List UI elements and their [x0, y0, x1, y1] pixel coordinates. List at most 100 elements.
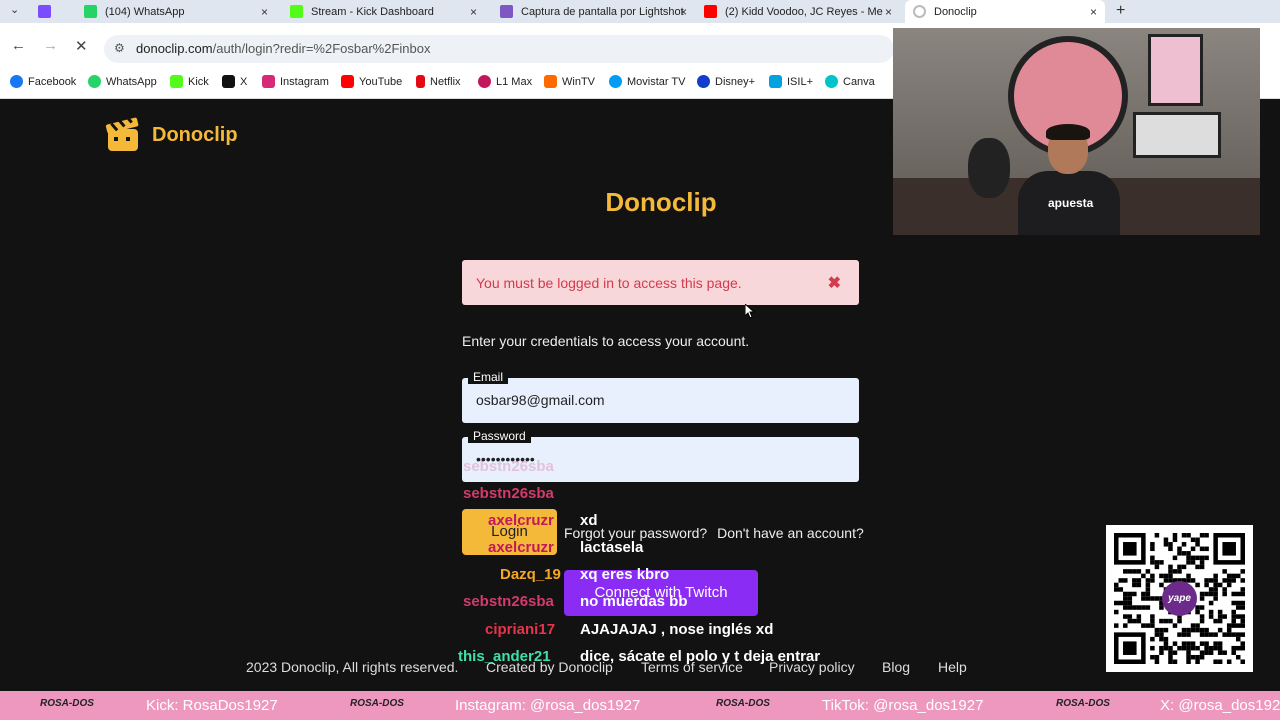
qr-module: [1150, 636, 1155, 642]
tab-donoclip[interactable]: Donoclip ×: [905, 0, 1105, 23]
email-field[interactable]: osbar98@gmail.com: [462, 378, 859, 423]
qr-module: [1199, 632, 1205, 637]
bookmark-instagram[interactable]: Instagram: [262, 75, 329, 88]
qr-module: [1168, 645, 1173, 651]
qr-module: [1195, 542, 1200, 547]
qr-module: [1199, 564, 1205, 570]
qr-module: [1159, 632, 1164, 637]
qr-module: [1177, 546, 1182, 552]
bookmark-kick[interactable]: Kick: [170, 75, 209, 88]
qr-module: [1118, 600, 1124, 606]
kick-icon: [290, 5, 303, 18]
qr-module: [1226, 659, 1232, 664]
qr-module: [1132, 618, 1137, 624]
bookmark-x[interactable]: X: [222, 75, 247, 88]
qr-module: [1213, 596, 1218, 601]
qr-finder: [1123, 641, 1137, 655]
back-arrow-icon[interactable]: ←: [11, 37, 26, 54]
site-info-icon[interactable]: ⚙: [114, 41, 125, 55]
alert-message: You must be logged in to access this pag…: [476, 275, 742, 291]
qr-module: [1114, 609, 1119, 615]
bookmark-l1max[interactable]: L1 Max: [478, 75, 532, 88]
qr-module: [1199, 596, 1205, 601]
forgot-password-link[interactable]: Forgot your password?: [564, 525, 707, 541]
mouse-cursor-icon: [745, 304, 755, 319]
bookmark-label: Movistar TV: [627, 75, 686, 88]
qr-module: [1226, 578, 1232, 583]
qr-module: [1150, 654, 1155, 660]
connect-twitch-button[interactable]: Connect with Twitch: [564, 570, 758, 616]
qr-module: [1195, 645, 1200, 651]
qr-module: [1168, 654, 1173, 660]
close-icon[interactable]: ×: [1090, 5, 1097, 19]
password-field[interactable]: ••••••••••••: [462, 437, 859, 482]
bookmark-wintv[interactable]: WinTV: [544, 75, 595, 88]
qr-module: [1190, 623, 1196, 628]
qr-finder: [1123, 542, 1137, 556]
footer-terms-link[interactable]: Terms of service: [641, 659, 743, 675]
bookmark-whatsapp[interactable]: WhatsApp: [88, 75, 157, 88]
qr-module: [1231, 614, 1236, 619]
login-button[interactable]: Login: [462, 509, 557, 555]
qr-module: [1127, 596, 1133, 601]
close-icon[interactable]: ✖: [828, 273, 841, 293]
footer-created-by[interactable]: Created by Donoclip: [486, 659, 613, 675]
close-icon[interactable]: ×: [885, 5, 892, 19]
bookmark-youtube[interactable]: YouTube: [341, 75, 402, 88]
qr-module: [1235, 636, 1241, 642]
qr-module: [1217, 609, 1223, 615]
qr-module: [1240, 587, 1245, 592]
qr-module: [1127, 614, 1133, 619]
qr-module: [1136, 618, 1142, 624]
instagram-icon: [262, 75, 275, 88]
footer-privacy-link[interactable]: Privacy policy: [769, 659, 855, 675]
bookmark-facebook[interactable]: Facebook: [10, 75, 76, 88]
qr-module: [1163, 618, 1169, 624]
new-tab-button[interactable]: +: [1116, 2, 1125, 20]
brand-logo[interactable]: Donoclip: [104, 114, 238, 155]
qr-module: [1240, 578, 1245, 583]
tab-lightshot[interactable]: Captura de pantalla por Lightshot ×: [492, 0, 695, 23]
tab-title: Stream - Kick Dashboard: [311, 5, 434, 18]
bookmark-disney[interactable]: Disney+: [697, 75, 755, 88]
address-bar[interactable]: ⚙ donoclip.com/auth/login?redir=%2Fosbar…: [104, 35, 894, 63]
qr-module: [1163, 573, 1169, 579]
qr-module: [1195, 582, 1200, 588]
bookmark-isil[interactable]: ISIL+: [769, 75, 813, 88]
tab-whatsapp[interactable]: (104) WhatsApp ×: [76, 0, 276, 23]
close-icon[interactable]: ×: [470, 5, 477, 19]
close-icon[interactable]: ×: [261, 5, 268, 19]
tab-kick-dashboard[interactable]: Stream - Kick Dashboard ×: [282, 0, 485, 23]
qr-module: [1208, 609, 1214, 615]
tab-search-chevron-icon[interactable]: ⌄: [10, 3, 19, 16]
qr-module: [1186, 659, 1191, 664]
forward-arrow-icon[interactable]: →: [43, 37, 58, 54]
qr-module: [1235, 591, 1241, 597]
qr-module: [1163, 636, 1169, 642]
stop-loading-icon[interactable]: ✕: [75, 37, 88, 55]
qr-module: [1199, 560, 1205, 565]
bookmark-netflix[interactable]: Netflix: [416, 75, 461, 88]
qr-module: [1195, 537, 1200, 543]
signup-link[interactable]: Don't have an account?: [717, 525, 864, 541]
close-icon[interactable]: ×: [680, 5, 687, 19]
qr-module: [1231, 623, 1236, 628]
qr-module: [1208, 614, 1214, 619]
bookmark-movistar[interactable]: Movistar TV: [609, 75, 685, 88]
qr-module: [1127, 569, 1133, 574]
qr-module: [1181, 627, 1187, 633]
tab-pinned[interactable]: [38, 0, 68, 23]
qr-module: [1231, 600, 1236, 606]
qr-module: [1231, 645, 1236, 651]
footer-blog-link[interactable]: Blog: [882, 659, 910, 675]
tab-youtube[interactable]: (2) Kidd Voodoo, JC Reyes - Me ×: [700, 0, 900, 23]
qr-module: [1240, 632, 1245, 637]
email-value: osbar98@gmail.com: [476, 392, 605, 408]
qr-module: [1235, 573, 1241, 579]
qr-module: [1240, 641, 1245, 646]
qr-module: [1123, 605, 1128, 610]
footer-help-link[interactable]: Help: [938, 659, 967, 675]
bookmark-canva[interactable]: Canva: [825, 75, 875, 88]
qr-module: [1136, 582, 1142, 588]
qr-module: [1240, 569, 1245, 574]
